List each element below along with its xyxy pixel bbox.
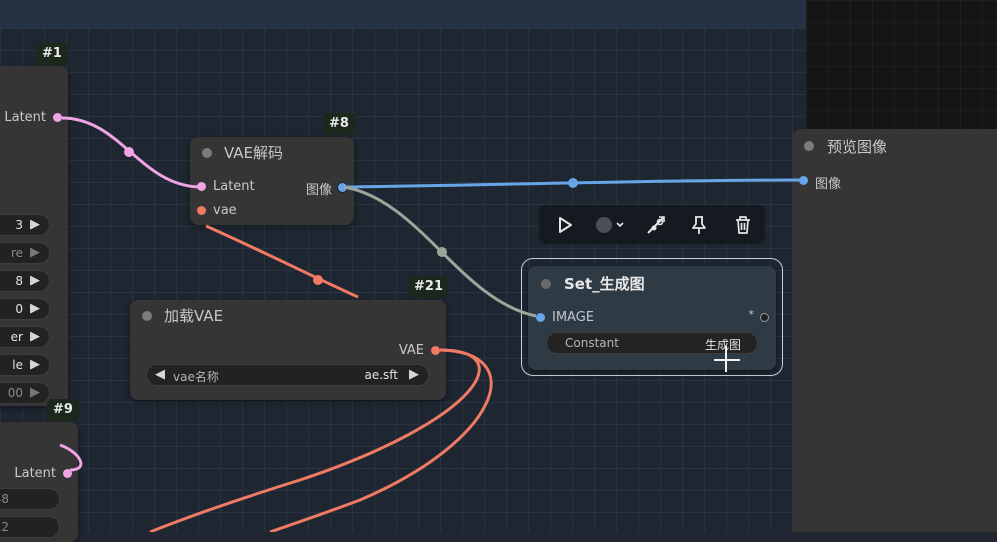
set-node-output-marker: * (748, 308, 755, 321)
ksampler-widget-value: re (10, 246, 23, 260)
vae-decode-title: VAE解码 (224, 144, 284, 162)
load-vae-badge: #21 (408, 276, 449, 298)
set-node-status-dot (541, 279, 551, 289)
ksampler-node-badge: #1 (36, 43, 68, 65)
vae-decode-badge: #8 (323, 113, 355, 135)
color-circle-icon[interactable] (591, 211, 631, 239)
set-node-image-input-port[interactable] (536, 313, 545, 322)
latent-node-output-label: Latent (14, 466, 56, 481)
vae-name-label: vae名称 (173, 370, 219, 384)
widget-increment-arrow-icon[interactable]: ▶ (30, 273, 40, 288)
latent-width-value: 448 (0, 492, 9, 506)
vae-decode-vae-input-port[interactable] (197, 206, 206, 215)
delete-icon[interactable] (729, 211, 757, 239)
ksampler-widget-value: le (12, 358, 23, 372)
set-node-constant-label: Constant (565, 336, 619, 350)
set-node[interactable]: Set_生成图 IMAGE * Constant 生成图 (528, 266, 776, 370)
load-vae-node[interactable]: 加载VAE VAE ◀ vae名称 ae.sft ▶ (130, 300, 446, 400)
vae-name-value: ae.sft (364, 368, 398, 382)
bypass-icon[interactable] (642, 211, 670, 239)
preview-image-input-port[interactable] (799, 176, 808, 185)
ksampler-widget-4[interactable]: er ▶ (0, 326, 50, 348)
load-vae-output-port[interactable] (431, 346, 440, 355)
ksampler-widget-6[interactable]: 00 ▶ (0, 382, 50, 404)
latent-height-widget[interactable]: 512 (0, 516, 60, 538)
pin-icon[interactable] (685, 211, 713, 239)
vae-decode-image-output-port[interactable] (337, 182, 348, 193)
ksampler-widget-value: 3 (15, 218, 23, 232)
preview-title: 预览图像 (827, 138, 888, 156)
set-node-title: Set_生成图 (564, 275, 645, 293)
preview-image-input-label: 图像 (815, 177, 842, 192)
ksampler-widget-3[interactable]: 0 ▶ (0, 298, 50, 320)
side-panel-grid (806, 0, 997, 130)
latent-node-badge: #9 (47, 399, 79, 421)
load-vae-title: 加载VAE (164, 307, 224, 325)
vae-decode-image-output-label: 图像 (305, 183, 332, 198)
vae-decode-vae-input-label: vae (213, 203, 237, 218)
preview-image-node[interactable]: 预览图像 图像 (793, 129, 997, 532)
preview-status-dot (804, 141, 814, 151)
ksampler-latent-output-label: Latent (4, 110, 46, 125)
set-node-constant-value: 生成图 (704, 338, 741, 352)
widget-increment-arrow-icon[interactable]: ▶ (30, 329, 40, 344)
ksampler-widget-value: er (10, 330, 23, 344)
ksampler-widget-1[interactable]: re ▶ (0, 242, 50, 264)
ksampler-widget-2[interactable]: 8 ▶ (0, 270, 50, 292)
widget-increment-arrow-icon[interactable]: ▶ (30, 357, 40, 372)
combo-next-arrow-icon[interactable]: ▶ (409, 367, 419, 382)
vae-decode-latent-input-port[interactable] (197, 182, 206, 191)
node-action-toolbar (539, 205, 765, 244)
set-node-image-input-label: IMAGE (552, 310, 595, 325)
load-vae-output-label: VAE (398, 343, 424, 358)
vae-decode-latent-input-label: Latent (213, 179, 255, 194)
ksampler-widget-5[interactable]: le ▶ (0, 354, 50, 376)
vae-name-combo[interactable]: ◀ vae名称 ae.sft ▶ (146, 364, 429, 386)
ksampler-widget-value: 00 (7, 386, 23, 400)
play-icon[interactable] (551, 211, 579, 239)
ksampler-latent-output-port[interactable] (53, 113, 62, 122)
ksampler-widget-0[interactable]: 3 ▶ (0, 214, 50, 236)
combo-prev-arrow-icon[interactable]: ◀ (155, 367, 165, 382)
latent-node[interactable]: Latent 448 512 (0, 422, 78, 542)
canvas-top-band (0, 0, 806, 28)
widget-increment-arrow-icon[interactable]: ▶ (30, 385, 40, 400)
latent-node-output-port[interactable] (63, 469, 72, 478)
vae-decode-status-dot (202, 148, 212, 158)
ksampler-widget-value: 8 (15, 274, 23, 288)
latent-width-widget[interactable]: 448 (0, 488, 60, 510)
widget-increment-arrow-icon[interactable]: ▶ (30, 245, 40, 260)
set-node-output-port[interactable] (760, 313, 769, 322)
vae-decode-node[interactable]: VAE解码 Latent vae 图像 (190, 137, 354, 225)
widget-increment-arrow-icon[interactable]: ▶ (30, 301, 40, 316)
load-vae-status-dot (142, 311, 152, 321)
set-node-constant-field[interactable]: Constant 生成图 (546, 332, 758, 354)
ksampler-widget-value: 0 (15, 302, 23, 316)
widget-increment-arrow-icon[interactable]: ▶ (30, 217, 40, 232)
